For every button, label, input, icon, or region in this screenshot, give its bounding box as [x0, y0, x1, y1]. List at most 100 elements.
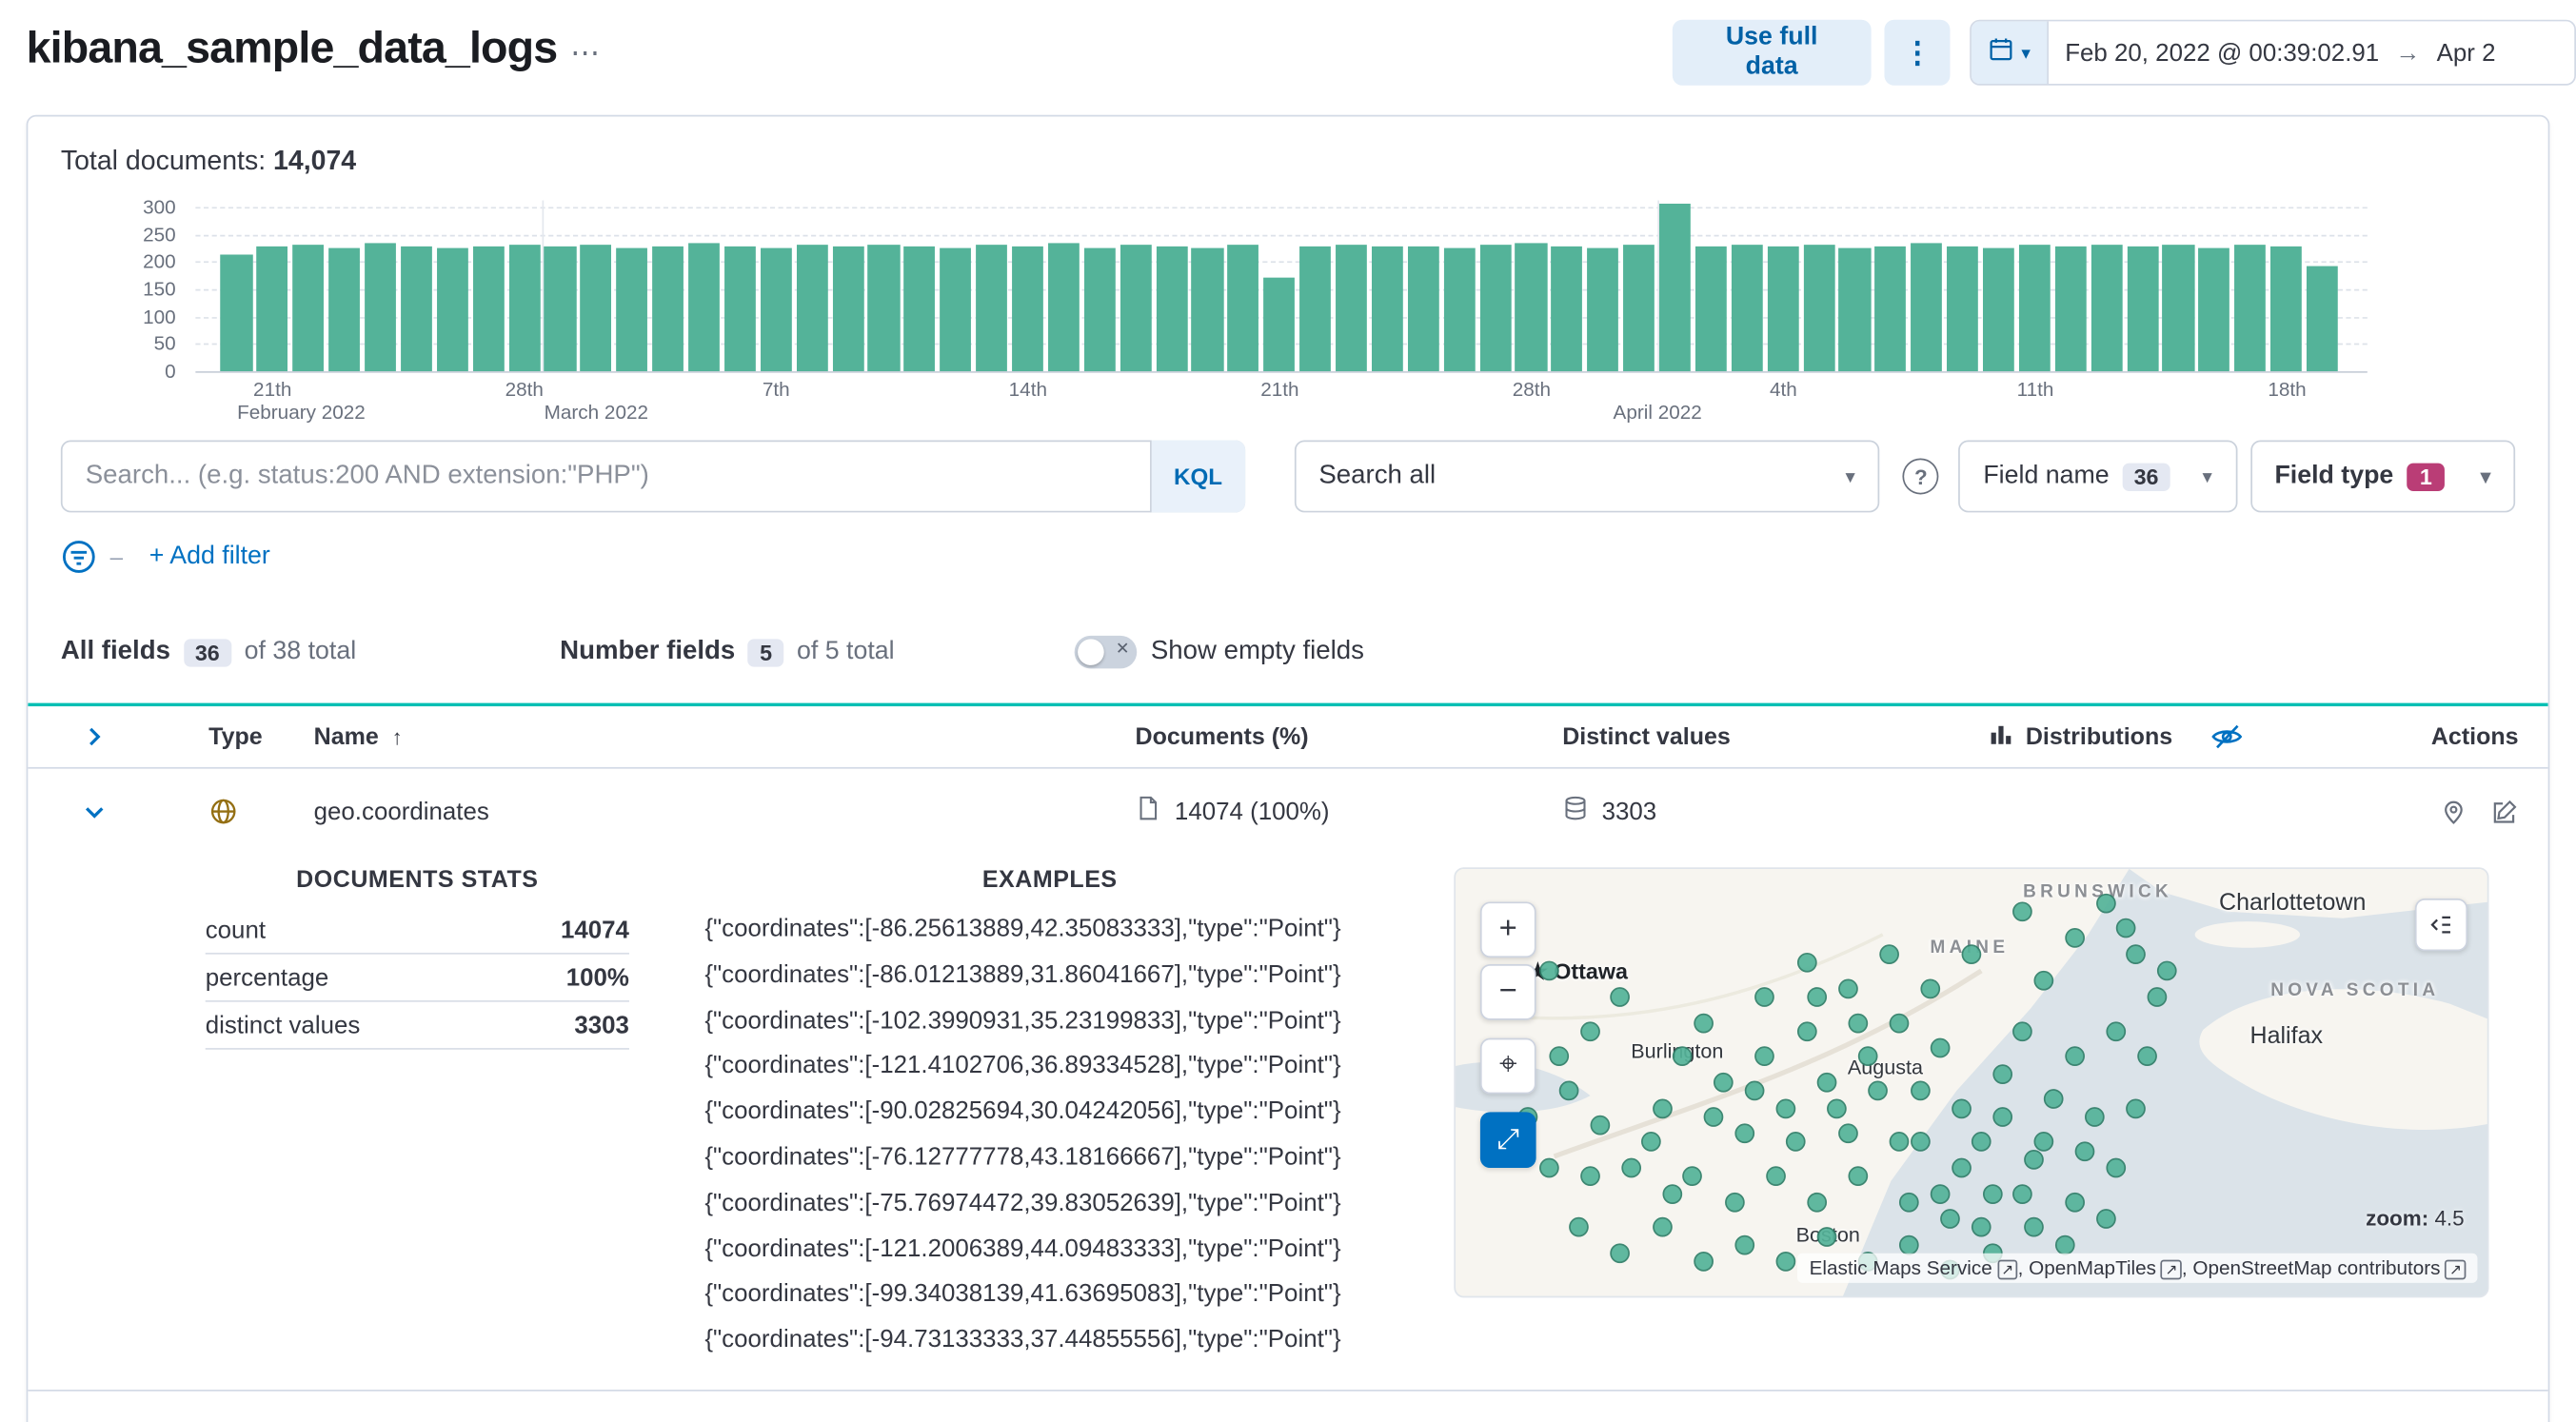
show-empty-fields-label: Show empty fields	[1150, 637, 1364, 665]
geo-point-dot	[2064, 927, 2085, 948]
histogram-bar	[292, 245, 325, 372]
geo-point-dot	[1827, 1097, 1848, 1118]
geo-point-dot	[1848, 1013, 1869, 1033]
external-link-icon: ↗	[2445, 1259, 2467, 1280]
date-range-start[interactable]: Feb 20, 2022 @ 00:39:02.91	[2049, 39, 2396, 67]
geo-point-dot	[2147, 987, 2168, 1007]
histogram-bar	[688, 244, 721, 372]
histogram-bar	[580, 245, 612, 372]
histogram-bar	[1515, 244, 1547, 372]
histogram-bar	[2307, 266, 2339, 372]
histogram-bars	[219, 201, 2342, 372]
geo-point-dot	[1951, 1097, 1972, 1118]
y-tick-label: 100	[143, 305, 176, 328]
geo-point-dot	[1796, 1021, 1816, 1041]
app-canvas: kibana_sample_data_logs ⋯ Use full data …	[0, 0, 2576, 1422]
field-name-filter-button[interactable]: Field name 36 ▾	[1958, 440, 2237, 513]
collapse-row-button[interactable]	[54, 800, 133, 824]
geo-point-dot	[2106, 1021, 2126, 1041]
attribution-link[interactable]: OpenStreetMap contributors	[2192, 1256, 2440, 1279]
histogram-bar	[2270, 246, 2303, 372]
histogram-bar	[2198, 247, 2230, 372]
edit-field-icon[interactable]	[2490, 798, 2518, 825]
column-header-actions: Actions	[2430, 723, 2519, 750]
open-in-maps-icon[interactable]	[2440, 798, 2467, 825]
histogram-bar	[1407, 246, 1439, 372]
column-header-documents[interactable]: Documents (%)	[1060, 723, 1487, 750]
field-row-geo-coordinates[interactable]: geo.coordinates 14074 (100%) 3303	[28, 769, 2547, 855]
zoom-out-button[interactable]: −	[1479, 964, 1536, 1020]
filter-icon[interactable]	[61, 539, 97, 575]
attribution-link[interactable]: OpenMapTiles	[2029, 1256, 2156, 1279]
geo-point-dot	[1754, 987, 1775, 1007]
geo-point-dot	[1837, 1123, 1858, 1144]
x-tick-label: 4th	[1770, 377, 1797, 402]
search-row: KQL Search all ▾ ? Field name 36 ▾ Field…	[28, 440, 2547, 513]
show-empty-fields-toggle[interactable]: ✕	[1075, 635, 1139, 669]
geo-point-dot	[1734, 1234, 1754, 1255]
date-range-end[interactable]: Apr 2	[2420, 39, 2511, 67]
histogram-bar	[1227, 245, 1259, 372]
geo-point-dot	[1549, 1046, 1569, 1067]
histogram-bar	[760, 248, 792, 372]
histogram-bar	[867, 244, 900, 372]
geo-point-dot	[1724, 1192, 1744, 1213]
column-header-distinct-values[interactable]: Distinct values	[1487, 723, 1914, 750]
help-icon[interactable]: ?	[1902, 458, 1939, 495]
histogram-bar	[1551, 246, 1583, 372]
geo-point-dot	[2116, 918, 2136, 939]
search-input[interactable]	[60, 440, 1245, 513]
geo-point-dot	[1910, 1080, 1931, 1101]
x-tick-label: 11th	[2016, 377, 2054, 402]
histogram-bar	[1120, 245, 1152, 372]
column-header-type[interactable]: Type	[133, 723, 263, 750]
histogram-bar	[508, 244, 541, 372]
x-month-label: April 2022	[1613, 401, 1702, 425]
add-filter-button[interactable]: + Add filter	[149, 543, 270, 572]
calendar-dropdown-button[interactable]: ▾	[1972, 21, 2049, 85]
search-all-select[interactable]: Search all ▾	[1294, 440, 1880, 513]
use-full-data-button[interactable]: Use full data	[1672, 19, 1872, 86]
histogram-bar	[1767, 247, 1799, 372]
geo-point-type-icon	[133, 795, 238, 828]
x-tick-label: 18th	[2268, 377, 2307, 402]
y-tick-label: 250	[143, 223, 176, 247]
zoom-level: zoom: 4.5	[2366, 1205, 2465, 1231]
calendar-icon	[1989, 35, 2015, 69]
histogram-bar	[976, 245, 1008, 372]
histogram-x-axis: 21th 28th 7th 14th 21th 28th 4th 11th 18th Februa…	[195, 378, 2367, 427]
geo-point-dot	[2044, 1089, 2064, 1110]
kql-language-button[interactable]: KQL	[1149, 440, 1245, 513]
set-view-crosshair-button[interactable]: ⌖	[1479, 1037, 1536, 1095]
geo-point-dot	[1910, 1132, 1931, 1153]
geo-point-dot	[1538, 961, 1558, 981]
legend-toggle-button[interactable]	[2414, 898, 2468, 952]
histogram-bar	[1587, 247, 1619, 372]
toggle-off-icon: ✕	[1115, 641, 1130, 660]
histogram-bar	[1694, 246, 1727, 372]
histogram-bar	[1731, 244, 1763, 372]
documents-histogram[interactable]: 300 250 200 150 100 50 0 21th 28th 7th 14th 21th 28…	[28, 195, 2547, 427]
field-type-count-badge: 1	[2407, 462, 2446, 491]
more-options-button[interactable]: ⋮	[1884, 19, 1952, 86]
expand-map-button[interactable]: ⤢	[1479, 1112, 1536, 1169]
field-name[interactable]: geo.coordinates	[238, 798, 1060, 825]
histogram-plot-area[interactable]	[195, 200, 2368, 373]
hide-distributions-icon[interactable]	[2212, 721, 2244, 753]
field-type-filter-button[interactable]: Field type 1 ▾	[2249, 440, 2516, 513]
histogram-bar	[616, 247, 648, 372]
column-header-name[interactable]: Name ↑	[238, 723, 1060, 750]
geo-point-dot	[1931, 1038, 1951, 1058]
field-distinct-values: 3303	[1487, 795, 1914, 828]
geo-point-dot	[1611, 987, 1631, 1007]
next-row-placeholder	[28, 1392, 2547, 1422]
all-fields-count-badge: 36	[183, 638, 231, 666]
geo-point-dot	[1889, 1013, 1910, 1033]
geo-coordinates-map[interactable]: BRUNSWICKCharlottetownMAINENOVA SCOTIAHa…	[1454, 867, 2489, 1298]
attribution-link[interactable]: Elastic Maps Service	[1810, 1256, 1992, 1279]
zoom-in-button[interactable]: +	[1479, 901, 1536, 958]
title-options-icon[interactable]: ⋯	[570, 36, 602, 70]
geo-point-dot	[1673, 1046, 1693, 1067]
expand-all-rows-button[interactable]	[54, 724, 133, 749]
geo-point-dot	[1889, 1132, 1910, 1153]
